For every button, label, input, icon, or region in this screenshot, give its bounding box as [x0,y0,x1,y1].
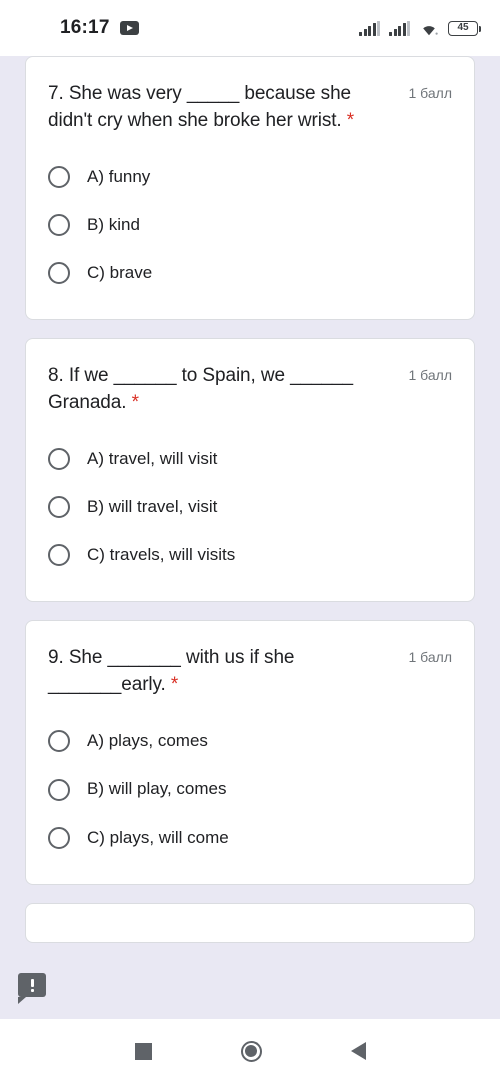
option-row[interactable]: B) kind [48,205,452,245]
required-asterisk: * [346,109,355,131]
radio-button-icon[interactable] [48,496,70,519]
required-asterisk: * [170,674,179,696]
youtube-icon [119,21,139,35]
option-label: A) plays, comes [87,731,208,751]
required-asterisk: * [131,392,139,414]
option-label: A) travel, will visit [87,449,218,469]
radio-button-icon[interactable] [48,214,70,237]
battery-level-label: 45 [457,22,469,33]
option-row[interactable]: C) travels, will visits [48,535,452,575]
option-row[interactable]: C) brave [48,253,452,293]
options-group: A) travel, will visit B) will travel, vi… [48,439,452,575]
radio-button-icon[interactable] [48,826,70,849]
question-header: 7. She was very _____ because she didn't… [48,81,452,135]
question-points: 1 балл [408,85,453,101]
question-points: 1 балл [408,367,453,384]
option-label: C) brave [87,263,153,283]
circle-home-icon[interactable] [240,1040,262,1062]
status-bar-right: 45 [359,20,481,36]
question-card: 8. If we ______ to Spain, we ______ Gran… [25,338,475,603]
status-bar: 16:17 45 [0,0,500,56]
wifi-icon [419,21,439,36]
option-row[interactable]: B) will travel, visit [48,487,452,527]
square-recents-icon[interactable] [134,1042,152,1060]
question-card: 9. She _______ with us if she _______ear… [25,620,475,885]
option-row[interactable]: C) plays, will come [48,818,452,858]
option-label: B) will travel, visit [87,497,218,517]
android-navigation-bar [0,1019,500,1083]
radio-button-icon[interactable] [48,730,70,753]
cellular-signal-icon-2 [389,20,410,36]
question-text-wrapper: 8. If we ______ to Spain, we ______ Gran… [48,363,399,417]
question-header: 9. She _______ with us if she _______ear… [48,645,452,699]
option-row[interactable]: A) plays, comes [48,721,452,761]
option-row[interactable]: B) will play, comes [48,769,452,809]
question-text: 8. If we ______ to Spain, we ______ Gran… [48,365,353,414]
options-group: A) funny B) kind C) brave [48,157,452,293]
question-points: 1 балл [408,649,453,666]
option-label: C) plays, will come [87,827,229,847]
options-group: A) plays, comes B) will play, comes C) p… [48,721,452,857]
radio-button-icon[interactable] [48,165,70,188]
exclamation-mark-icon [30,978,34,992]
triangle-back-icon[interactable] [350,1042,366,1060]
option-label: B) kind [87,215,140,235]
question-text-wrapper: 7. She was very _____ because she didn't… [48,81,399,135]
form-scroll-area[interactable]: 7. She was very _____ because she didn't… [0,56,500,1019]
status-bar-clock: 16:17 [60,17,110,38]
question-header: 8. If we ______ to Spain, we ______ Gran… [48,363,452,417]
question-card: 7. She was very _____ because she didn't… [25,56,475,321]
option-label: A) funny [87,166,151,186]
battery-icon: 45 [448,20,481,36]
cellular-signal-icon-1 [359,20,380,36]
option-row[interactable]: A) travel, will visit [48,439,452,479]
option-row[interactable]: A) funny [48,157,452,197]
question-text-wrapper: 9. She _______ with us if she _______ear… [48,645,399,699]
comment-alert-icon[interactable] [18,973,46,1004]
radio-button-icon[interactable] [48,544,70,567]
status-bar-left: 16:17 [60,17,139,39]
radio-button-icon[interactable] [48,448,70,471]
next-question-card-partial [25,902,475,943]
radio-button-icon[interactable] [48,262,70,285]
question-text: 7. She was very _____ because she didn't… [48,83,352,131]
radio-button-icon[interactable] [48,778,70,801]
option-label: C) travels, will visits [87,545,236,565]
option-label: B) will play, comes [87,779,227,799]
